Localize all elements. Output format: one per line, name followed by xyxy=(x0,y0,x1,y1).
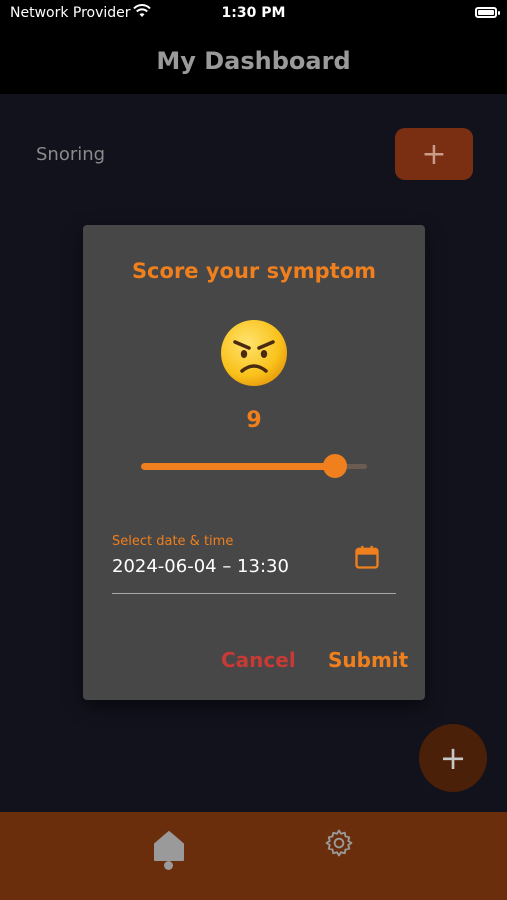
score-slider[interactable] xyxy=(141,454,367,478)
plus-icon: + xyxy=(421,136,447,172)
slider-thumb[interactable] xyxy=(323,454,347,478)
score-dialog: Score your symptom 9 Select date & time … xyxy=(83,225,425,700)
page-title: My Dashboard xyxy=(156,47,351,75)
calendar-icon[interactable] xyxy=(353,543,381,571)
submit-button[interactable]: Submit xyxy=(328,648,408,672)
angry-face-emoji xyxy=(221,320,287,386)
slider-fill xyxy=(141,463,335,470)
gear-icon[interactable] xyxy=(324,828,354,858)
date-time-field[interactable]: Select date & time 2024-06-04 – 13:30 xyxy=(112,533,396,594)
app-header: My Dashboard xyxy=(0,28,507,94)
symptom-label: Snoring xyxy=(36,144,106,165)
bottom-nav xyxy=(0,812,507,900)
status-time: 1:30 PM xyxy=(221,5,286,21)
plus-icon: + xyxy=(439,739,467,777)
battery-icon xyxy=(475,7,500,18)
add-symptom-fab[interactable]: + xyxy=(419,724,487,792)
score-value: 9 xyxy=(246,408,262,433)
active-indicator xyxy=(164,861,173,870)
date-field-value[interactable]: 2024-06-04 – 13:30 xyxy=(112,556,289,577)
status-bar: Network Provider 1:30 PM xyxy=(0,0,507,28)
add-symptom-score-button[interactable]: + xyxy=(395,128,473,180)
dialog-title: Score your symptom xyxy=(131,259,377,283)
cancel-button[interactable]: Cancel xyxy=(221,648,296,672)
date-field-label: Select date & time xyxy=(112,534,234,549)
